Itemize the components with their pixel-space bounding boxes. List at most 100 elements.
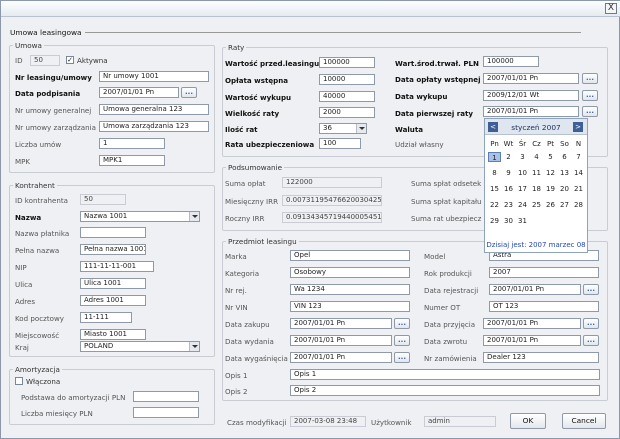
calendar-day[interactable]: 27 xyxy=(558,200,571,210)
podstawa-amortyzacji-field[interactable] xyxy=(133,391,199,402)
nip-field[interactable]: 111-11-11-001 xyxy=(80,261,154,272)
nr-umowy-zarzadzania-field[interactable]: Umowa zarządzania 123 xyxy=(99,121,209,132)
rata-ubezpieczeniowa-field[interactable]: 100 xyxy=(319,138,361,149)
oplata-wstepna-field[interactable]: 10000 xyxy=(319,74,375,85)
kategoria-field[interactable]: Osobowy xyxy=(290,267,410,278)
kraj-select[interactable]: POLAND xyxy=(80,341,200,352)
suma-splat-kapitalu-label: Suma spłat kapitału xyxy=(411,197,482,206)
oplata-wstepna-label: Opłata wstępna xyxy=(225,76,289,85)
calendar-day[interactable]: 5 xyxy=(544,152,557,162)
data-przyjecia-label: Data przyjęcia xyxy=(424,320,476,329)
wartosc-przed-field[interactable]: 100000 xyxy=(319,57,375,68)
umowa-id-field: 50 xyxy=(30,55,60,66)
calendar-day[interactable]: 2 xyxy=(502,152,515,162)
data-przyjecia-calendar-button[interactable]: ... xyxy=(583,318,599,329)
calendar-day[interactable]: 6 xyxy=(558,152,571,162)
calendar-day[interactable]: 1 xyxy=(488,152,501,162)
calendar-day[interactable]: 13 xyxy=(558,168,571,178)
nr-umowy-generalnej-field[interactable]: Umowa generalna 123 xyxy=(99,104,209,115)
data-pierwszej-raty-calendar-button[interactable]: ... xyxy=(582,106,598,117)
data-oplaty-wstepnej-calendar-button[interactable]: ... xyxy=(582,73,598,84)
calendar-day[interactable]: 15 xyxy=(488,184,501,194)
adres-field[interactable]: Adres 1001 xyxy=(80,295,146,306)
miejscowosc-field[interactable]: Miasto 1001 xyxy=(80,329,146,340)
data-zwrotu-field[interactable]: 2007/01/01 Pn xyxy=(483,335,581,346)
nr-rej-field[interactable]: Wa 1234 xyxy=(290,284,410,295)
data-oplaty-wstepnej-field[interactable]: 2007/01/01 Pn xyxy=(483,73,579,84)
data-wydania-field[interactable]: 2007/01/01 Pn xyxy=(290,335,392,346)
liczba-miesiecy-field[interactable] xyxy=(133,407,199,418)
pelna-nazwa-field[interactable]: Pełna nazwa 1001 xyxy=(80,244,146,255)
calendar-day[interactable]: 23 xyxy=(502,200,515,210)
calendar-day[interactable]: 16 xyxy=(502,184,515,194)
marka-field[interactable]: Opel xyxy=(290,250,410,261)
calendar-day[interactable]: 18 xyxy=(530,184,543,194)
calendar-day[interactable]: 4 xyxy=(530,152,543,162)
calendar-day[interactable]: 10 xyxy=(516,168,529,178)
data-zwrotu-calendar-button[interactable]: ... xyxy=(583,335,599,346)
wielkosc-raty-field[interactable]: 2000 xyxy=(319,107,375,118)
calendar-day[interactable]: 21 xyxy=(572,184,585,194)
calendar-day[interactable]: 8 xyxy=(488,168,501,178)
wartosc-wykupu-field[interactable]: 40000 xyxy=(319,91,375,102)
data-podpisania-calendar-button[interactable]: ... xyxy=(181,87,197,98)
calendar-day[interactable]: 3 xyxy=(516,152,529,162)
calendar-day[interactable]: 31 xyxy=(516,216,529,226)
data-wykupu-field[interactable]: 2009/12/01 Wt xyxy=(483,90,579,101)
wart-srod-trwal-field[interactable]: 100000 xyxy=(483,56,539,67)
nr-zamowienia-field[interactable]: Dealer 123 xyxy=(483,352,599,363)
nr-vin-field[interactable]: VIN 123 xyxy=(290,301,410,312)
data-wydania-calendar-button[interactable]: ... xyxy=(394,335,410,346)
calendar-day[interactable]: 24 xyxy=(516,200,529,210)
rok-produkcji-field[interactable]: 2007 xyxy=(489,267,599,278)
aktywna-checkbox[interactable]: ✓ xyxy=(66,56,74,64)
calendar-day[interactable]: 7 xyxy=(572,152,585,162)
marka-label: Marka xyxy=(225,252,247,261)
data-wykupu-calendar-button[interactable]: ... xyxy=(582,90,598,101)
data-podpisania-field[interactable]: 2007/01/01 Pn xyxy=(99,87,179,98)
calendar-day[interactable]: 9 xyxy=(502,168,515,178)
ulica-field[interactable]: Ulica 1001 xyxy=(80,278,146,289)
data-zakupu-calendar-button[interactable]: ... xyxy=(394,318,410,329)
data-pierwszej-raty-field[interactable]: 2007/01/01 Pn xyxy=(483,106,579,117)
calendar-day[interactable]: 28 xyxy=(572,200,585,210)
ilosc-rat-select[interactable]: 36 xyxy=(319,123,367,134)
calendar-day[interactable]: 11 xyxy=(530,168,543,178)
calendar-prev-button[interactable]: < xyxy=(488,122,498,132)
nazwa-select[interactable]: Nazwa 1001 xyxy=(80,211,200,222)
wlaczona-checkbox[interactable] xyxy=(15,377,23,385)
cancel-button[interactable]: Cancel xyxy=(562,413,606,429)
data-rejestracji-calendar-button[interactable]: ... xyxy=(583,284,599,295)
chevron-down-icon[interactable] xyxy=(189,342,199,351)
data-wygasniecia-calendar-button[interactable]: ... xyxy=(394,352,410,363)
nazwa-platnika-field[interactable] xyxy=(80,227,146,238)
data-zakupu-field[interactable]: 2007/01/01 Pn xyxy=(290,318,392,329)
kod-pocztowy-field[interactable]: 11-111 xyxy=(80,312,132,323)
close-icon[interactable]: X xyxy=(605,3,617,14)
nr-umowy-field[interactable]: Nr umowy 1001 xyxy=(99,71,209,82)
calendar-day[interactable]: 20 xyxy=(558,184,571,194)
chevron-down-icon[interactable] xyxy=(189,212,199,221)
data-przyjecia-field[interactable]: 2007/01/01 Pn xyxy=(483,318,581,329)
calendar-day[interactable]: 17 xyxy=(516,184,529,194)
calendar-today-label[interactable]: Dzisiaj jest: 2007 marzec 08 xyxy=(485,241,587,249)
chevron-down-icon[interactable] xyxy=(356,124,366,133)
tab-divider xyxy=(85,32,581,33)
calendar-day[interactable]: 25 xyxy=(530,200,543,210)
calendar-day[interactable]: 14 xyxy=(572,168,585,178)
calendar-day[interactable]: 30 xyxy=(502,216,515,226)
data-rejestracji-field[interactable]: 2007/01/01 Pn xyxy=(489,284,581,295)
calendar-day[interactable]: 19 xyxy=(544,184,557,194)
calendar-day[interactable]: 12 xyxy=(544,168,557,178)
opis1-field[interactable]: Opis 1 xyxy=(290,369,600,380)
calendar-next-button[interactable]: > xyxy=(573,122,583,132)
ok-button[interactable]: OK xyxy=(510,413,546,429)
calendar-day[interactable]: 22 xyxy=(488,200,501,210)
calendar-day[interactable]: 26 xyxy=(544,200,557,210)
opis2-field[interactable]: Opis 2 xyxy=(290,385,600,396)
data-wygasniecia-field[interactable]: 2007/01/01 Pn xyxy=(290,352,392,363)
liczba-umow-field[interactable]: 1 xyxy=(99,138,165,149)
mpk-field[interactable]: MPK1 xyxy=(99,155,165,166)
calendar-day[interactable]: 29 xyxy=(488,216,501,226)
numer-ot-field[interactable]: OT 123 xyxy=(489,301,599,312)
